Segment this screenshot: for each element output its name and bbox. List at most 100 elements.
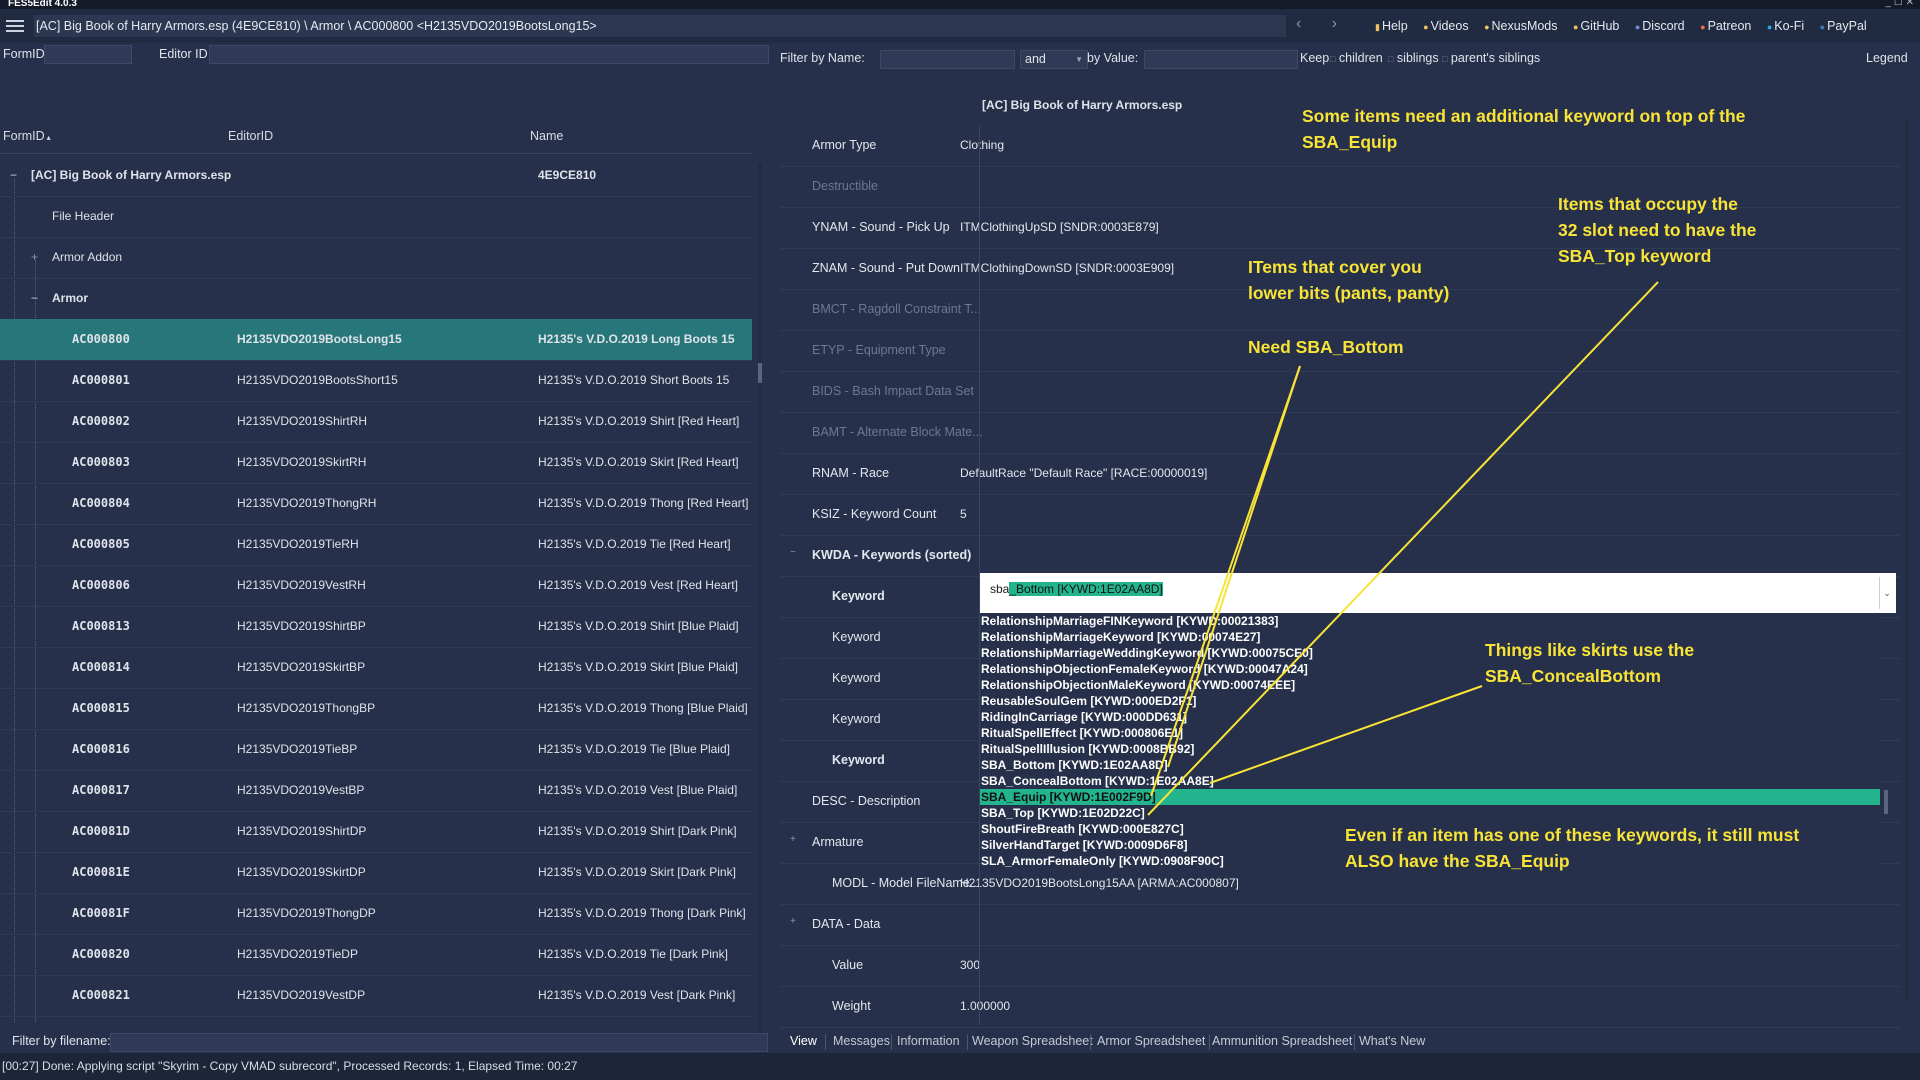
tree-row[interactable]: AC000821 H2135VDO2019VestDP H2135's V.D.O.… [0, 975, 752, 1017]
keyword-option[interactable]: SBA_Equip [KYWD:1E002F9D] [980, 789, 1880, 805]
field-value[interactable]: Clothing [960, 138, 1004, 152]
tree-row[interactable]: AC000805 H2135VDO2019TieRH H2135's V.D.O.2… [0, 524, 752, 566]
kofi-link[interactable]: ● Ko-Fi [1767, 19, 1804, 33]
tree-row[interactable]: AC00081D H2135VDO2019ShirtDP H2135's V.D.O… [0, 811, 752, 853]
keyword-edit-combobox[interactable]: sba_Bottom [KYWD:1E02AA8D] ⌄ [980, 573, 1896, 613]
formid-filter-input[interactable] [44, 45, 132, 64]
keyword-input[interactable]: sba_Bottom [KYWD:1E02AA8D] [990, 582, 1163, 597]
scroll-thumb[interactable] [758, 363, 762, 383]
col-header-editorid[interactable]: EditorID [228, 129, 273, 143]
field-row[interactable]: Weight 1.000000 [780, 986, 1900, 1028]
window-controls[interactable]: _ ☐ ✕ [1886, 0, 1914, 8]
tree-row[interactable]: AC000815 H2135VDO2019ThongBP H2135's V.D.O… [0, 688, 752, 730]
keyword-option[interactable]: SBA_Bottom [KYWD:1E02AA8D] [980, 757, 1880, 773]
tree-node-armor[interactable]: − Armor [0, 278, 752, 320]
dropdown-scroll-thumb[interactable] [1884, 790, 1888, 814]
keyword-option[interactable]: RitualSpellEffect [KYWD:000806E1] [980, 725, 1880, 741]
discord-link[interactable]: ● Discord [1635, 19, 1685, 33]
keyword-option[interactable]: RelationshipMarriageFINKeyword [KYWD:000… [980, 613, 1880, 629]
tab-ammunition-spreadsheet[interactable]: Ammunition Spreadsheet [1212, 1034, 1352, 1048]
tree-row[interactable]: AC000827H2135VDO2019ShirtGPH2135's V.D.O… [0, 1016, 752, 1023]
videos-link[interactable]: ● Videos [1423, 19, 1468, 33]
tab-weapon-spreadsheet[interactable]: Weapon Spreadsheet [972, 1034, 1093, 1048]
collapse-icon[interactable]: − [10, 168, 17, 182]
legend-button[interactable]: Legend [1866, 51, 1908, 65]
tree-row[interactable]: AC000814 H2135VDO2019SkirtBP H2135's V.D.O… [0, 647, 752, 689]
field-row[interactable]: RNAM - Race DefaultRace "Default Race" [R… [780, 453, 1900, 495]
field-value[interactable]: ITMClothingDownSD [SNDR:0003E909] [960, 261, 1174, 275]
nexusmods-link[interactable]: ● NexusMods [1484, 19, 1557, 33]
paypal-link[interactable]: ● PayPal [1820, 19, 1867, 33]
tab-whats-new[interactable]: What's New [1359, 1034, 1425, 1048]
record-path-bar[interactable]: [AC] Big Book of Harry Armors.esp (4E9CE… [34, 15, 1286, 37]
tree-row[interactable]: AC00081E H2135VDO2019SkirtDP H2135's V.D.O… [0, 852, 752, 894]
tree-row[interactable]: AC000800 H2135VDO2019BootsLong15 H2135's V… [0, 319, 752, 361]
keyword-option[interactable]: RelationshipObjectionFemaleKeyword [KYWD… [980, 661, 1880, 677]
editorid-filter-input[interactable] [209, 45, 769, 64]
chevron-down-icon[interactable]: ⌄ [1879, 577, 1894, 609]
keyword-option[interactable]: RelationshipMarriageWeddingKeyword [KYWD… [980, 645, 1880, 661]
back-arrow-icon[interactable]: ‹ [1296, 15, 1301, 32]
filename-filter-input[interactable] [110, 1033, 768, 1052]
tree-row[interactable]: AC000806 H2135VDO2019VestRH H2135's V.D.O.… [0, 565, 752, 607]
col-header-name[interactable]: Name [530, 129, 563, 143]
keyword-option[interactable]: RidingInCarriage [KYWD:000DD631] [980, 709, 1880, 725]
field-row[interactable]: BAMT - Alternate Block Mate... [780, 412, 1900, 454]
field-row[interactable]: BIDS - Bash Impact Data Set [780, 371, 1900, 413]
keep-children-checkbox[interactable]: □ children [1330, 51, 1383, 65]
field-value[interactable]: 300 [960, 958, 980, 972]
expand-icon[interactable]: − [790, 547, 796, 558]
keep-parents-siblings-checkbox[interactable]: □ parent's siblings [1442, 51, 1540, 65]
filter-by-name-input[interactable] [880, 50, 1015, 69]
expand-icon[interactable]: + [790, 834, 796, 845]
tree-row[interactable]: AC000802 H2135VDO2019ShirtRH H2135's V.D.O… [0, 401, 752, 443]
tab-view[interactable]: View [790, 1034, 817, 1048]
keyword-option[interactable]: SBA_ConcealBottom [KYWD:1E02AA8E] [980, 773, 1880, 789]
field-row[interactable]: Value 300 [780, 945, 1900, 987]
field-value[interactable]: H2135VDO2019BootsLong15AA [ARMA:AC000807… [960, 876, 1239, 890]
help-link[interactable]: ▮ Help [1375, 19, 1408, 33]
field-name: MODL - Model FileName... [832, 876, 981, 890]
filter-operator-select[interactable]: and ▼ [1020, 50, 1088, 69]
formid-cell: AC00081E [72, 865, 130, 879]
filter-by-value-input[interactable] [1144, 50, 1298, 69]
keyword-option[interactable]: SBA_Top [KYWD:1E02D22C] [980, 805, 1880, 821]
field-value[interactable]: 1.000000 [960, 999, 1010, 1013]
github-link[interactable]: ● GitHub [1573, 19, 1619, 33]
tree-row[interactable]: AC000816 H2135VDO2019TieBP H2135's V.D.O.2… [0, 729, 752, 771]
tab-messages[interactable]: Messages [833, 1034, 890, 1048]
field-value[interactable]: ITMClothingUpSD [SNDR:0003E879] [960, 220, 1159, 234]
keep-siblings-checkbox[interactable]: □ siblings [1388, 51, 1439, 65]
tree-file-node[interactable]: − [AC] Big Book of Harry Armors.esp 4E9C… [0, 155, 752, 197]
tree-row[interactable]: AC000804 H2135VDO2019ThongRH H2135's V.D.O… [0, 483, 752, 525]
collapse-icon[interactable]: − [31, 291, 38, 305]
record-scrollbar[interactable] [1905, 120, 1909, 1000]
field-value[interactable]: DefaultRace "Default Race" [RACE:0000001… [960, 466, 1207, 480]
keyword-option[interactable]: RelationshipObjectionMaleKeyword [KYWD:0… [980, 677, 1880, 693]
field-row[interactable]: KSIZ - Keyword Count 5 [780, 494, 1900, 536]
formid-cell: AC000801 [72, 373, 130, 387]
tree-node-file-header[interactable]: File Header [0, 196, 752, 238]
tree-row[interactable]: AC000803 H2135VDO2019SkirtRH H2135's V.D.O… [0, 442, 752, 484]
col-header-formid[interactable]: FormID ▴ [3, 129, 51, 143]
field-row[interactable]: − KWDA - Keywords (sorted) [780, 535, 1900, 577]
tree-row[interactable]: AC00081F H2135VDO2019ThongDP H2135's V.D.O… [0, 893, 752, 935]
tab-armor-spreadsheet[interactable]: Armor Spreadsheet [1097, 1034, 1205, 1048]
field-row[interactable]: + DATA - Data [780, 904, 1900, 946]
tree-row[interactable]: AC000813 H2135VDO2019ShirtBP H2135's V.D.O… [0, 606, 752, 648]
forward-arrow-icon[interactable]: › [1332, 15, 1337, 32]
tree-node-armor-addon[interactable]: + Armor Addon [0, 237, 752, 279]
tree-row[interactable]: AC000801 H2135VDO2019BootsShort15 H2135's … [0, 360, 752, 402]
patreon-link[interactable]: ● Patreon [1700, 19, 1751, 33]
hamburger-menu-icon[interactable] [6, 17, 24, 33]
keyword-option[interactable]: ReusableSoulGem [KYWD:000ED2F1] [980, 693, 1880, 709]
keyword-option[interactable]: RitualSpellIllusion [KYWD:0008BB92] [980, 741, 1880, 757]
field-value[interactable]: 5 [960, 507, 967, 521]
tree-row[interactable]: AC000820 H2135VDO2019TieDP H2135's V.D.O.2… [0, 934, 752, 976]
tab-information[interactable]: Information [897, 1034, 960, 1048]
expand-icon[interactable]: + [31, 250, 38, 264]
keyword-option[interactable]: RelationshipMarriageKeyword [KYWD:00074E… [980, 629, 1880, 645]
expand-icon[interactable]: + [790, 916, 796, 927]
tree-row[interactable]: AC000817 H2135VDO2019VestBP H2135's V.D.O.… [0, 770, 752, 812]
tree-scrollbar[interactable] [758, 163, 762, 1063]
